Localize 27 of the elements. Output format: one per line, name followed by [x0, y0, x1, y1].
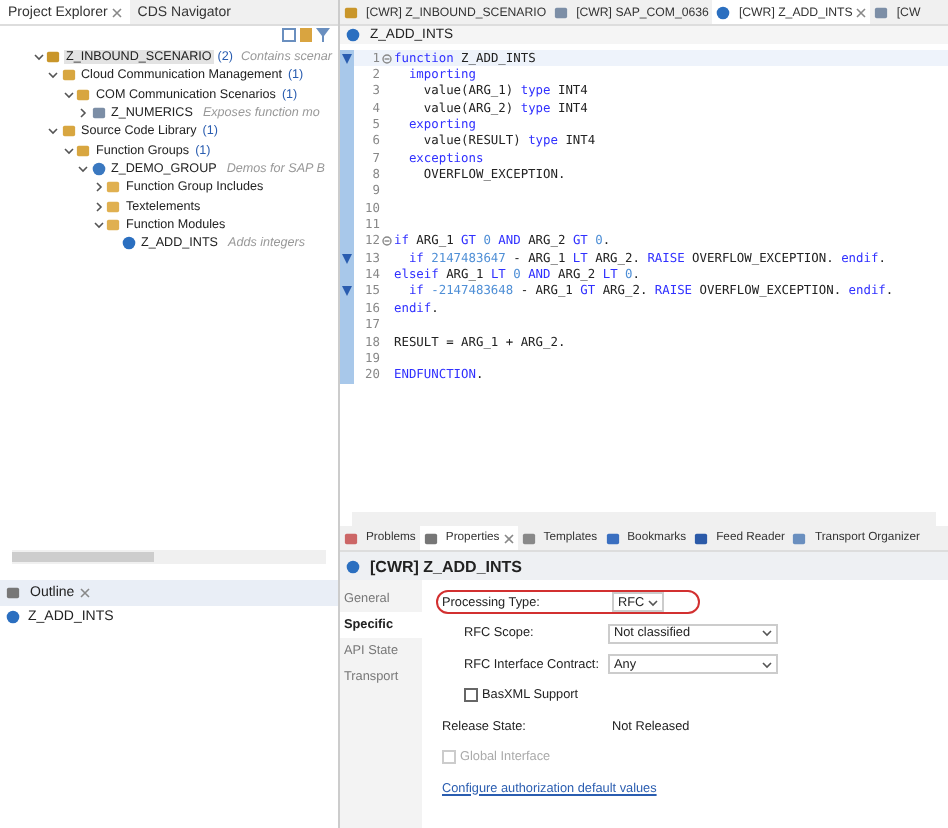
expanded-chevron-icon[interactable] — [48, 70, 58, 81]
function-icon — [346, 28, 360, 42]
collapsed-chevron-icon[interactable] — [78, 108, 88, 119]
close-icon[interactable] — [856, 7, 867, 17]
collapsed-chevron-icon[interactable] — [93, 201, 103, 212]
properties-icon — [6, 586, 20, 600]
close-icon[interactable] — [80, 588, 91, 598]
expanded-chevron-icon[interactable] — [48, 126, 58, 137]
collapsed-chevron-icon[interactable] — [93, 182, 103, 193]
expanded-chevron-icon[interactable] — [63, 145, 73, 156]
checkbox[interactable] — [464, 688, 478, 702]
dropdown-chevron-icon[interactable] — [762, 628, 772, 638]
fold-icon[interactable] — [382, 53, 392, 64]
fold-icon[interactable] — [382, 236, 392, 247]
expanded-chevron-icon[interactable] — [63, 89, 73, 100]
dropdown-chevron-icon[interactable] — [648, 597, 658, 607]
scrollbar[interactable] — [12, 550, 326, 564]
dropdown-chevron-icon[interactable] — [762, 659, 772, 669]
function-icon — [6, 610, 20, 624]
expanded-chevron-icon[interactable] — [78, 163, 88, 174]
expanded-chevron-icon[interactable] — [93, 219, 103, 230]
properties-title: [CWR] Z_ADD_INTS — [370, 557, 522, 575]
expanded-chevron-icon[interactable] — [33, 52, 43, 63]
toolbar-icons[interactable] — [282, 28, 330, 42]
function-icon — [346, 559, 360, 573]
close-icon[interactable] — [503, 533, 514, 543]
close-icon[interactable] — [111, 7, 122, 17]
